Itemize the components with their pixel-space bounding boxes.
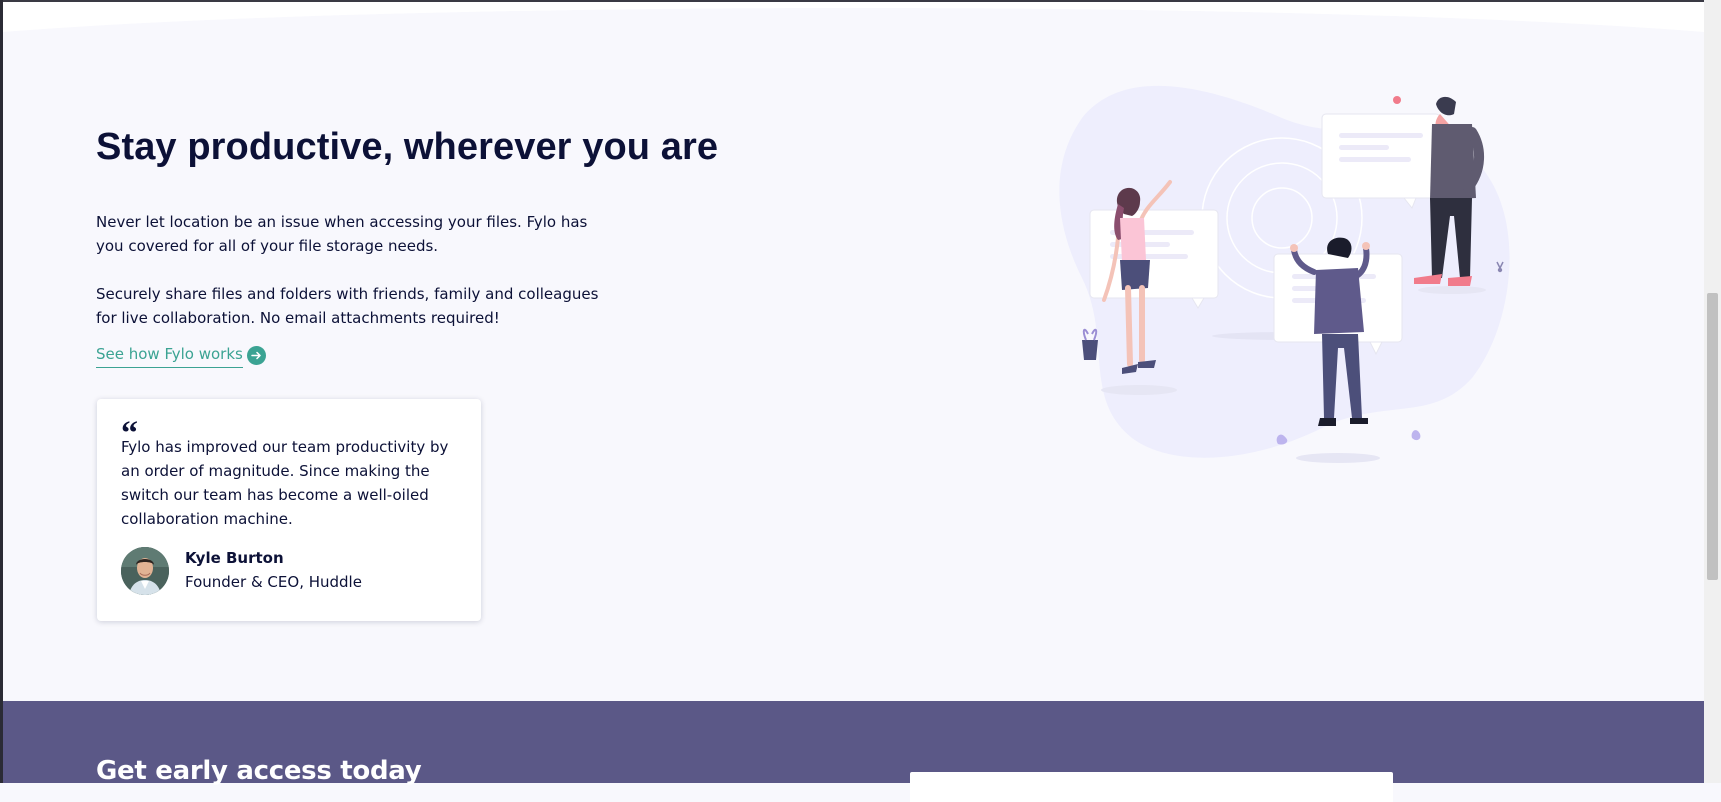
arrow-right-circle-icon (246, 346, 266, 365)
avatar (121, 547, 169, 595)
section-top-curve (3, 2, 1704, 32)
section-paragraph-location: Never let location be an issue when acce… (96, 213, 588, 255)
chat-bubble-right (1321, 113, 1441, 209)
testimonial-quote: Fylo has improved our team productivity … (121, 438, 449, 528)
early-access-email-input[interactable] (910, 772, 1393, 802)
see-how-fylo-works-link[interactable]: See how Fylo works (96, 343, 266, 368)
testimonial-author-role: Founder & CEO, Huddle (185, 573, 362, 591)
plant-pot (1082, 328, 1098, 360)
stay-productive-illustration (1059, 85, 1510, 463)
section-paragraph-sharing: Securely share files and folders with fr… (96, 285, 599, 327)
chat-bubble-left (1089, 209, 1219, 309)
scrollbar-thumb[interactable] (1707, 293, 1718, 580)
section-title: Stay productive, wherever you are (96, 126, 719, 168)
see-how-fylo-works-label: See how Fylo works (96, 343, 243, 368)
testimonial-author-name: Kyle Burton (185, 549, 284, 567)
early-access-title: Get early access today (96, 756, 422, 786)
testimonial-card: “ Fylo has improved our team productivit… (97, 399, 481, 621)
